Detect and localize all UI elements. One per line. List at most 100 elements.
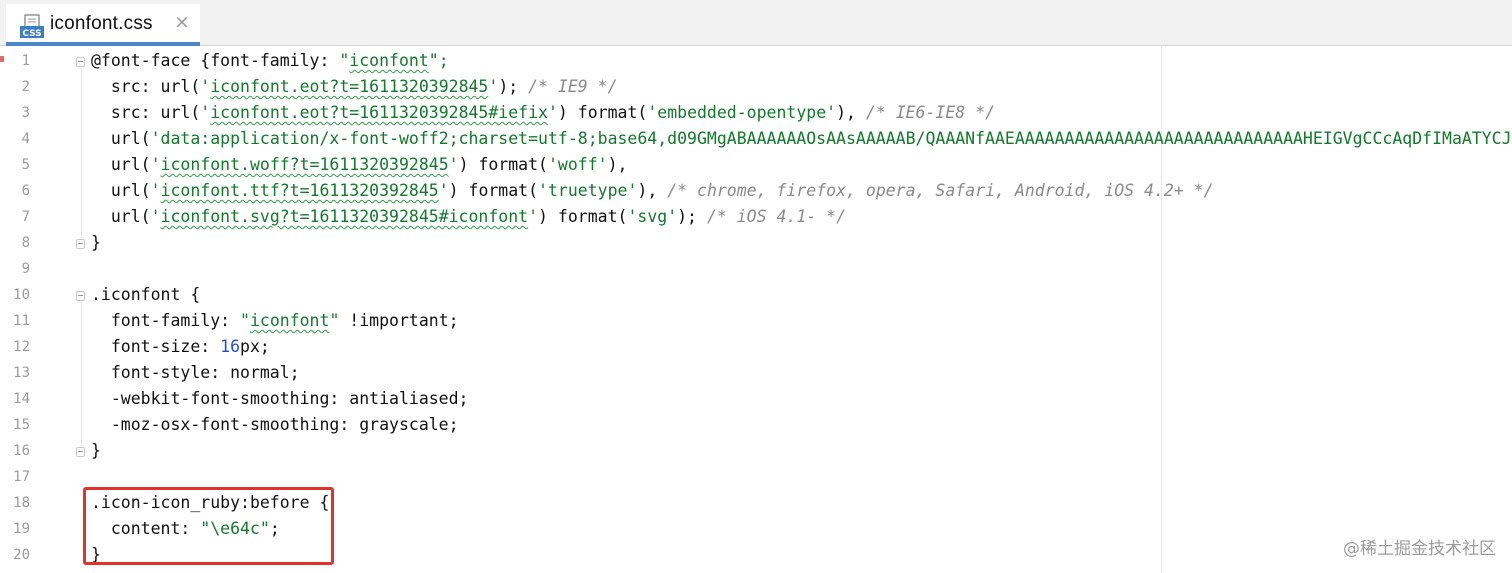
code-token: ); — [677, 207, 707, 226]
line-number: 17 — [13, 469, 30, 485]
code-line: font-family: "iconfont" !important; — [91, 308, 459, 334]
code-token: ); — [498, 77, 529, 96]
code-token: /* IE9 */ — [528, 77, 618, 96]
code-token: src: url( — [91, 103, 201, 122]
code-token: ), — [836, 103, 866, 122]
code-token: ), — [637, 181, 668, 200]
line-number: 13 — [13, 365, 30, 381]
code-editor[interactable]: 1 2 3 4 5 6 7 8 9 10 11 12 13 14 15 16 17 18 19 20 @font-fa… — [0, 46, 1512, 573]
code-token: ' — [150, 181, 161, 200]
code-token: ) format( — [458, 155, 548, 174]
code-token: " — [339, 51, 350, 70]
code-token: ' — [438, 181, 449, 200]
tab-iconfont-css[interactable]: CSS iconfont.css × — [6, 4, 200, 46]
fold-toggle-icon[interactable] — [76, 447, 85, 457]
code-token: 'embedded-opentype' — [647, 103, 837, 122]
code-token: font-size: — [91, 337, 221, 356]
code-token: " — [329, 311, 340, 330]
code-token: iconfont.eot?t=1611320392845 — [210, 77, 489, 96]
code-line: font-size: 16px; — [91, 334, 270, 360]
tab-close-icon[interactable]: × — [174, 11, 190, 33]
code-token: iconfont.eot?t=1611320392845#iefix — [210, 103, 548, 122]
code-token: px; — [240, 337, 270, 356]
code-token: .iconfont { — [91, 285, 201, 304]
code-token: " — [240, 311, 250, 330]
line-number: 3 — [21, 105, 30, 121]
line-number: 18 — [13, 495, 30, 511]
code-token: url( — [91, 129, 151, 148]
fold-toggle-icon[interactable] — [76, 291, 85, 301]
fold-guide — [81, 302, 82, 446]
line-number: 7 — [21, 209, 30, 225]
code-token: url( — [91, 207, 151, 226]
svg-text:CSS: CSS — [22, 29, 41, 39]
code-token: font-style: normal; — [91, 363, 300, 382]
code-token: @font-face {font-family: — [91, 51, 340, 70]
code-token: iconfont — [349, 51, 429, 70]
css-file-icon: CSS — [19, 14, 49, 40]
line-number: 10 — [13, 287, 30, 303]
fold-toggle-icon[interactable] — [76, 239, 85, 249]
code-line: @font-face {font-family: "iconfont"; — [91, 48, 449, 74]
line-number: 16 — [13, 443, 30, 459]
line-number: 1 — [21, 53, 30, 69]
tab-title: iconfont.css — [50, 13, 153, 34]
code-line: } — [91, 438, 101, 464]
code-token: ' — [547, 103, 558, 122]
code-token: ) format( — [448, 181, 539, 200]
code-token: "; — [428, 51, 449, 70]
code-token: /* iOS 4.1- */ — [706, 207, 847, 226]
code-token: font-family: — [91, 311, 241, 330]
code-token: -webkit-font-smoothing: antialiased; — [91, 389, 469, 408]
line-number: 19 — [13, 521, 30, 537]
code-token: ' — [150, 155, 161, 174]
line-number: 5 — [21, 157, 30, 173]
code-token: url( — [91, 155, 151, 174]
line-number: 6 — [21, 183, 30, 199]
line-number: 12 — [13, 339, 30, 355]
line-number: 15 — [13, 417, 30, 433]
code-token: ' — [488, 77, 499, 96]
code-token: } — [91, 441, 101, 460]
code-token: 'svg' — [627, 207, 678, 226]
code-line: -webkit-font-smoothing: antialiased; — [91, 386, 469, 412]
code-token: src: url( — [91, 77, 201, 96]
code-token: 16 — [220, 337, 241, 356]
fold-toggle-icon[interactable] — [76, 57, 85, 67]
code-token: ' — [448, 155, 459, 174]
code-token: ) format( — [538, 207, 628, 226]
code-token: iconfont.svg?t=1611320392845#iconfont — [160, 207, 529, 226]
watermark: @稀土掘金技术社区 — [1343, 539, 1496, 559]
line-number: 9 — [21, 261, 30, 277]
code-token: 'truetype' — [538, 181, 638, 200]
code-line: .iconfont { — [91, 282, 200, 308]
code-token: ' — [528, 207, 539, 226]
line-number: 14 — [13, 391, 30, 407]
code-token: iconfont.woff?t=1611320392845 — [160, 155, 449, 174]
line-number: 2 — [21, 79, 30, 95]
code-token: !important; — [339, 311, 459, 330]
code-token: ' — [150, 207, 161, 226]
code-token: 'woff' — [547, 155, 608, 174]
code-line: src: url('iconfont.eot?t=1611320392845#i… — [91, 100, 995, 126]
code-token: ) format( — [557, 103, 648, 122]
red-highlight-box — [83, 487, 334, 565]
code-token: 'data:application/x-font-woff2;charset=u… — [150, 129, 1512, 148]
code-token: ' — [200, 103, 211, 122]
code-token: /* chrome, firefox, opera, Safari, Andro… — [667, 181, 1214, 200]
code-line: url('iconfont.ttf?t=1611320392845') form… — [91, 178, 1214, 204]
line-number: 4 — [21, 131, 30, 147]
code-token: iconfont.ttf?t=1611320392845 — [160, 181, 439, 200]
code-token: /* IE6-IE8 */ — [865, 103, 996, 122]
line-number: 20 — [13, 547, 30, 563]
code-token: ), — [607, 155, 628, 174]
code-token: } — [91, 233, 101, 252]
line-number: 11 — [13, 313, 30, 329]
code-token: url( — [91, 181, 151, 200]
code-line: } — [91, 230, 101, 256]
code-token: iconfont — [249, 311, 330, 330]
line-number: 8 — [21, 235, 30, 251]
code-token: ' — [200, 77, 211, 96]
code-line: url('iconfont.woff?t=1611320392845') for… — [91, 152, 628, 178]
fold-guide — [81, 68, 82, 238]
